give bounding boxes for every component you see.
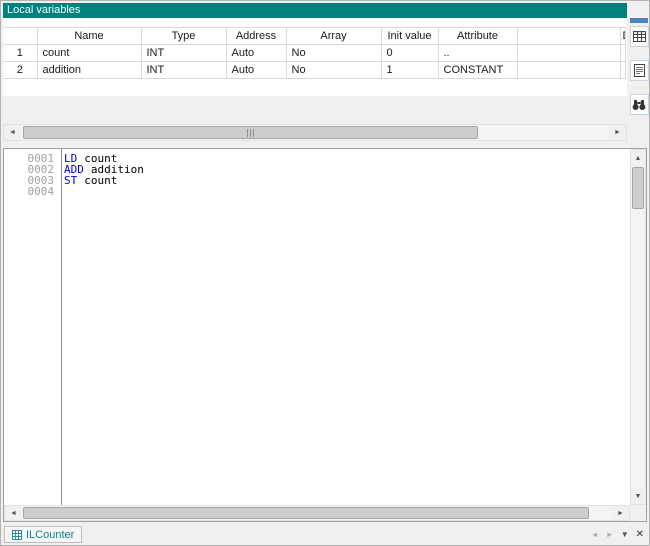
column-header-description[interactable]: D <box>620 28 626 45</box>
tab-navigation: ◄ ► ▼ ✕ <box>591 524 644 545</box>
close-icon: ✕ <box>636 529 644 540</box>
code-line[interactable]: 0004 <box>4 186 630 197</box>
column-header-array[interactable]: Array <box>286 28 381 45</box>
cell-array[interactable]: No <box>286 45 381 62</box>
gutter-divider <box>61 149 62 505</box>
cell-extra[interactable] <box>517 45 620 62</box>
arrow-down-icon: ▼ <box>635 493 642 500</box>
panel-title: Local variables <box>7 4 80 16</box>
table-header-row: Name Type Address Array Init value Attri… <box>3 28 626 45</box>
cell-attribute[interactable]: CONSTANT <box>438 62 517 79</box>
hscroll-thumb[interactable] <box>23 126 478 139</box>
tab-scroll-right-button[interactable]: ► <box>606 530 614 539</box>
table-row[interactable]: 1 count INT Auto No 0 .. <box>3 45 626 62</box>
find-button[interactable] <box>630 94 649 115</box>
scroll-right-button[interactable]: ► <box>612 506 629 520</box>
chevron-down-icon: ▼ <box>621 530 629 539</box>
vscroll-thumb[interactable] <box>632 167 644 209</box>
column-header-address[interactable]: Address <box>226 28 286 45</box>
column-header-name[interactable]: Name <box>37 28 141 45</box>
cell-address[interactable]: Auto <box>226 62 286 79</box>
hscroll-thumb[interactable] <box>23 507 589 519</box>
column-header-attribute[interactable]: Attribute <box>438 28 517 45</box>
document-view-button[interactable] <box>630 60 649 81</box>
panel-title-bar: Local variables <box>3 3 627 18</box>
binoculars-icon <box>632 99 646 111</box>
column-header-rownum[interactable] <box>3 28 37 45</box>
variables-table: Name Type Address Array Init value Attri… <box>3 18 627 96</box>
grid-icon <box>633 30 646 43</box>
variables-hscrollbar[interactable]: ◄ ► <box>3 124 627 141</box>
column-header-init-value[interactable]: Init value <box>381 28 438 45</box>
arrow-left-icon: ◄ <box>9 129 16 136</box>
scroll-down-button[interactable]: ▼ <box>631 488 645 504</box>
document-icon <box>634 64 645 77</box>
cell-type[interactable]: INT <box>141 45 226 62</box>
code-line[interactable]: 0003STcount <box>4 175 630 186</box>
cell-description[interactable] <box>620 62 626 79</box>
line-number: 0004 <box>4 186 54 197</box>
cell-name[interactable]: count <box>37 45 141 62</box>
side-toolbar <box>629 18 649 142</box>
column-header-type[interactable]: Type <box>141 28 226 45</box>
bottom-tab-bar: ILCounter ◄ ► ▼ ✕ <box>1 524 649 545</box>
cell-address[interactable]: Auto <box>226 45 286 62</box>
scrollbar-track[interactable] <box>631 166 645 488</box>
tab-label: ILCounter <box>26 529 74 541</box>
grid-icon <box>12 530 22 540</box>
code-area[interactable]: 0001LDcount 0002ADDaddition 0003STcount … <box>4 149 630 505</box>
editor-hscrollbar[interactable]: ◄ ► <box>4 505 630 521</box>
cell-extra[interactable] <box>517 62 620 79</box>
arrow-left-icon: ◄ <box>591 530 599 539</box>
arrow-left-icon: ◄ <box>10 510 17 517</box>
arrow-right-icon: ► <box>614 129 621 136</box>
arrow-right-icon: ► <box>617 510 624 517</box>
cell-name[interactable]: addition <box>37 62 141 79</box>
app-window: Local variables Name Type Address Array … <box>0 0 650 546</box>
cell-init-value[interactable]: 0 <box>381 45 438 62</box>
il-editor-panel: 0001LDcount 0002ADDaddition 0003STcount … <box>3 148 647 522</box>
table-row[interactable]: 2 addition INT Auto No 1 CONSTANT <box>3 62 626 79</box>
cell-rownum[interactable]: 2 <box>3 62 37 79</box>
scroll-left-button[interactable]: ◄ <box>5 506 22 520</box>
tab-ilcounter[interactable]: ILCounter <box>4 526 82 543</box>
cell-init-value[interactable]: 1 <box>381 62 438 79</box>
gripper-icon <box>247 129 255 137</box>
scroll-right-button[interactable]: ► <box>609 125 626 140</box>
cell-type[interactable]: INT <box>141 62 226 79</box>
toolbar-active-indicator <box>630 18 648 23</box>
column-header-extra[interactable] <box>517 28 620 45</box>
scrollbar-corner <box>630 505 646 521</box>
close-button[interactable]: ✕ <box>636 529 644 540</box>
cell-description[interactable] <box>620 45 626 62</box>
cell-attribute[interactable]: .. <box>438 45 517 62</box>
grid-view-button[interactable] <box>630 26 649 47</box>
scroll-left-button[interactable]: ◄ <box>4 125 21 140</box>
arrow-right-icon: ► <box>606 530 614 539</box>
scrollbar-track[interactable] <box>21 125 609 140</box>
tab-scroll-left-button[interactable]: ◄ <box>591 530 599 539</box>
editor-vscrollbar[interactable]: ▲ ▼ <box>630 149 646 505</box>
scroll-up-button[interactable]: ▲ <box>631 150 645 166</box>
tab-list-dropdown-button[interactable]: ▼ <box>621 530 629 539</box>
cell-rownum[interactable]: 1 <box>3 45 37 62</box>
scrollbar-track[interactable] <box>22 506 612 520</box>
arrow-up-icon: ▲ <box>635 155 642 162</box>
cell-array[interactable]: No <box>286 62 381 79</box>
operand: count <box>84 174 117 187</box>
